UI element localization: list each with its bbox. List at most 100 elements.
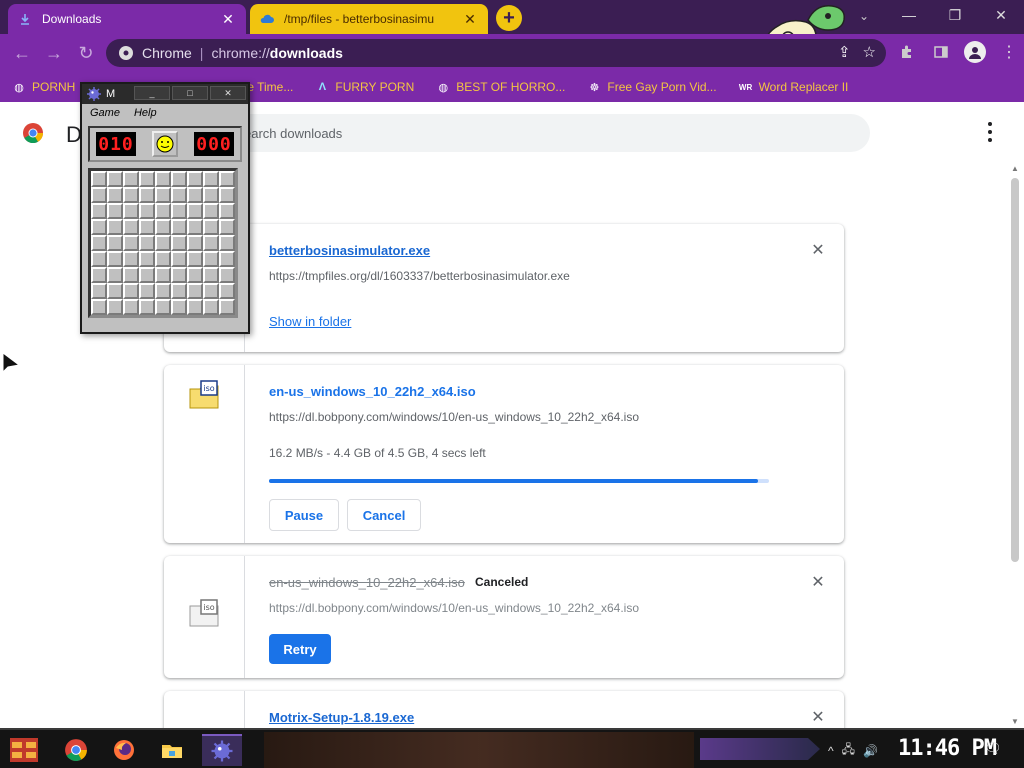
mine-cell[interactable] <box>91 187 107 203</box>
mine-cell[interactable] <box>171 251 187 267</box>
cancel-button[interactable]: Cancel <box>347 499 421 531</box>
mine-cell[interactable] <box>123 235 139 251</box>
mine-cell[interactable] <box>219 235 235 251</box>
mine-cell[interactable] <box>187 187 203 203</box>
mine-cell[interactable] <box>203 251 219 267</box>
bookmark-item[interactable]: Λ FURRY PORN <box>315 80 415 94</box>
forward-button[interactable]: → <box>42 41 66 65</box>
new-tab-button[interactable]: + <box>496 5 522 31</box>
tab-search-icon[interactable]: ⌄ <box>854 6 874 26</box>
bookmark-item[interactable]: ◍ BEST OF HORRO... <box>436 80 565 94</box>
taskbar-clock[interactable]: 11:46 PM <box>898 736 997 761</box>
mine-cell[interactable] <box>171 283 187 299</box>
scroll-thumb[interactable] <box>1011 178 1019 562</box>
mine-cell[interactable] <box>187 171 203 187</box>
mine-cell[interactable] <box>123 283 139 299</box>
menu-game[interactable]: Game <box>90 107 120 119</box>
mine-cell[interactable] <box>171 219 187 235</box>
mine-cell[interactable] <box>219 283 235 299</box>
mine-cell[interactable] <box>139 283 155 299</box>
bookmark-item[interactable]: ◍ PORNH <box>12 80 75 94</box>
mine-cell[interactable] <box>155 219 171 235</box>
mine-cell[interactable] <box>203 171 219 187</box>
scroll-up-arrow-icon[interactable]: ▲ <box>1011 164 1019 173</box>
volume-icon[interactable]: 🔊 <box>863 744 878 758</box>
remove-download-icon[interactable]: ✕ <box>810 574 826 591</box>
tab-close-icon[interactable]: ✕ <box>462 11 478 27</box>
mine-cell[interactable] <box>139 299 155 315</box>
mine-cell[interactable] <box>91 251 107 267</box>
mine-cell[interactable] <box>139 235 155 251</box>
mine-cell[interactable] <box>123 267 139 283</box>
mine-cell[interactable] <box>171 187 187 203</box>
mine-cell[interactable] <box>107 235 123 251</box>
tray-chevron-icon[interactable]: ^ <box>828 744 834 758</box>
pause-button[interactable]: Pause <box>269 499 339 531</box>
start-button-icon[interactable] <box>6 734 42 766</box>
mine-cell[interactable] <box>203 203 219 219</box>
minimize-button[interactable]: — <box>886 0 932 30</box>
mine-cell[interactable] <box>139 251 155 267</box>
retry-button[interactable]: Retry <box>269 634 331 664</box>
mine-cell[interactable] <box>203 299 219 315</box>
reload-button[interactable]: ↻ <box>74 41 98 65</box>
mine-cell[interactable] <box>155 251 171 267</box>
mine-cell[interactable] <box>123 203 139 219</box>
mine-cell[interactable] <box>107 187 123 203</box>
mine-cell[interactable] <box>171 171 187 187</box>
download-filename[interactable]: betterbosinasimulator.exe <box>269 243 430 258</box>
address-bar[interactable]: Chrome | chrome:// downloads ⇪ ☆ <box>106 39 886 67</box>
mine-cell[interactable] <box>107 171 123 187</box>
minesweeper-close-button[interactable]: ✕ <box>210 86 246 100</box>
mine-cell[interactable] <box>139 267 155 283</box>
bookmark-item[interactable]: ☸ Free Gay Porn Vid... <box>587 80 716 94</box>
mine-cell[interactable] <box>91 235 107 251</box>
mine-cell[interactable] <box>123 187 139 203</box>
close-window-button[interactable]: ✕ <box>978 0 1024 30</box>
mine-cell[interactable] <box>107 219 123 235</box>
mine-cell[interactable] <box>219 251 235 267</box>
remove-download-icon[interactable]: ✕ <box>810 709 826 726</box>
mine-cell[interactable] <box>139 187 155 203</box>
mine-cell[interactable] <box>187 267 203 283</box>
minesweeper-minimize-button[interactable]: _ <box>134 86 170 100</box>
mine-cell[interactable] <box>107 299 123 315</box>
mine-cell[interactable] <box>219 171 235 187</box>
mine-cell[interactable] <box>203 267 219 283</box>
mine-cell[interactable] <box>139 219 155 235</box>
scroll-down-arrow-icon[interactable]: ▼ <box>1011 717 1019 726</box>
mine-cell[interactable] <box>187 235 203 251</box>
mine-cell[interactable] <box>91 283 107 299</box>
mine-cell[interactable] <box>155 187 171 203</box>
mine-cell[interactable] <box>155 203 171 219</box>
mine-cell[interactable] <box>91 171 107 187</box>
mine-cell[interactable] <box>203 235 219 251</box>
mine-cell[interactable] <box>155 235 171 251</box>
mine-cell[interactable] <box>107 203 123 219</box>
search-downloads-input[interactable]: earch downloads <box>210 114 870 152</box>
mine-cell[interactable] <box>187 203 203 219</box>
mine-cell[interactable] <box>187 299 203 315</box>
share-icon[interactable]: ⇪ <box>838 43 851 61</box>
mine-cell[interactable] <box>123 299 139 315</box>
mine-cell[interactable] <box>219 267 235 283</box>
taskbar-chrome[interactable] <box>56 734 96 766</box>
bookmark-item[interactable]: WR Word Replacer II <box>739 80 848 94</box>
tab-tmp-files[interactable]: /tmp/files - betterbosinasimu ✕ <box>250 4 488 34</box>
mine-cell[interactable] <box>107 283 123 299</box>
mine-cell[interactable] <box>171 299 187 315</box>
show-in-folder-link[interactable]: Show in folder <box>269 314 351 329</box>
minesweeper-maximize-button[interactable]: □ <box>172 86 208 100</box>
mine-cell[interactable] <box>91 299 107 315</box>
smiley-face-button[interactable] <box>152 131 178 157</box>
mine-cell[interactable] <box>171 235 187 251</box>
mine-cell[interactable] <box>123 171 139 187</box>
network-icon[interactable]: 🖧 <box>842 740 855 761</box>
mine-cell[interactable] <box>203 219 219 235</box>
mine-cell[interactable] <box>139 171 155 187</box>
mine-cell[interactable] <box>91 267 107 283</box>
star-icon[interactable]: ☆ <box>863 43 876 61</box>
mine-cell[interactable] <box>139 203 155 219</box>
bookmark-item[interactable]: e Time... <box>247 80 293 94</box>
mine-cell[interactable] <box>91 203 107 219</box>
